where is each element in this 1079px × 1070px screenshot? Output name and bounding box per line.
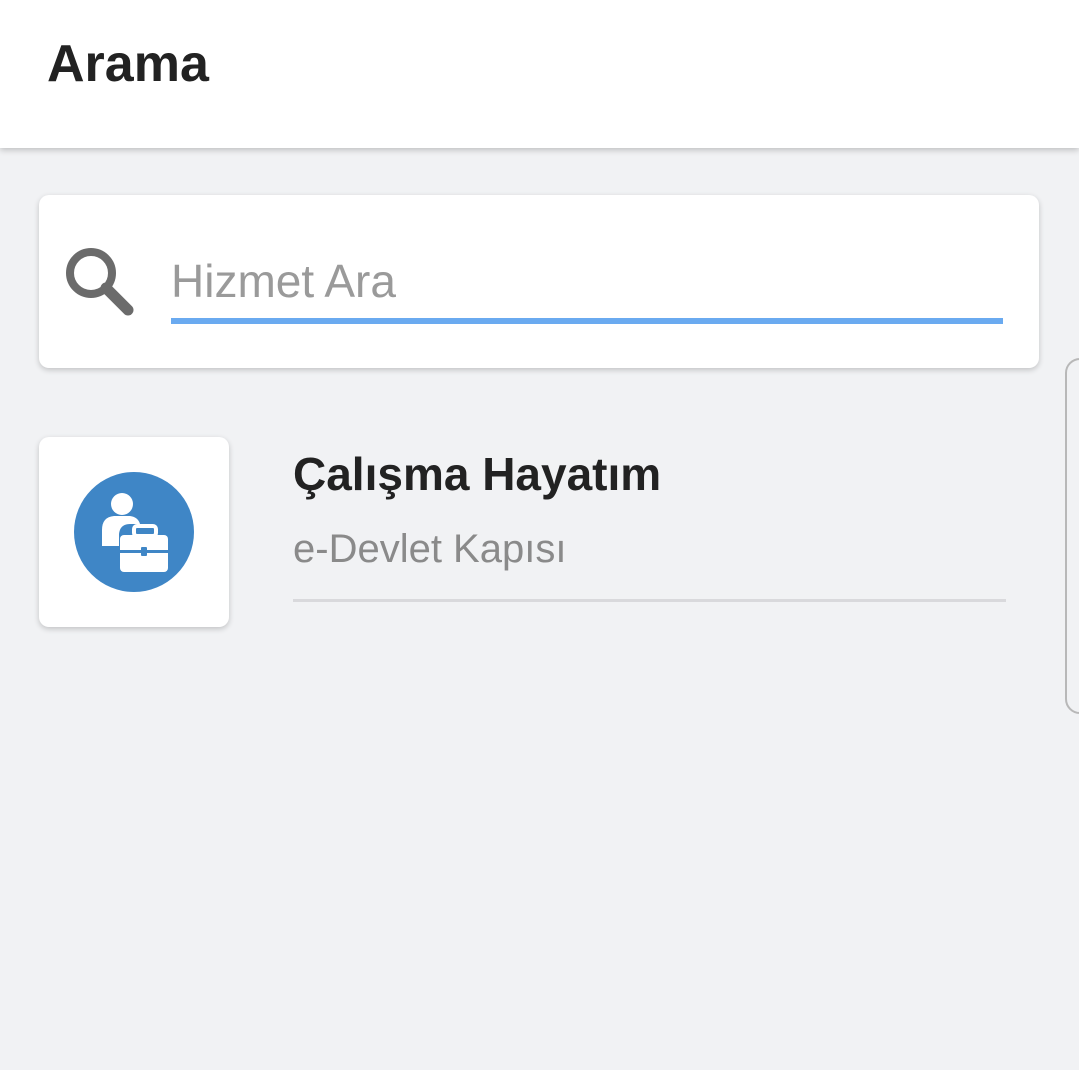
service-icon-card[interactable] (39, 437, 229, 627)
service-title[interactable]: Çalışma Hayatım (293, 447, 661, 501)
service-subtitle: e-Devlet Kapısı (293, 527, 567, 571)
list-divider (293, 599, 1006, 602)
list-item[interactable]: Çalışma Hayatım e-Devlet Kapısı (39, 437, 1019, 627)
scroll-handle[interactable] (1065, 358, 1079, 714)
page-title: Arama (47, 35, 209, 93)
search-input[interactable] (171, 245, 1003, 317)
search-icon[interactable] (61, 243, 137, 319)
person-briefcase-icon (74, 472, 194, 592)
search-card (39, 195, 1039, 368)
app-bar: Arama (0, 0, 1079, 148)
search-input-underline (171, 318, 1003, 324)
